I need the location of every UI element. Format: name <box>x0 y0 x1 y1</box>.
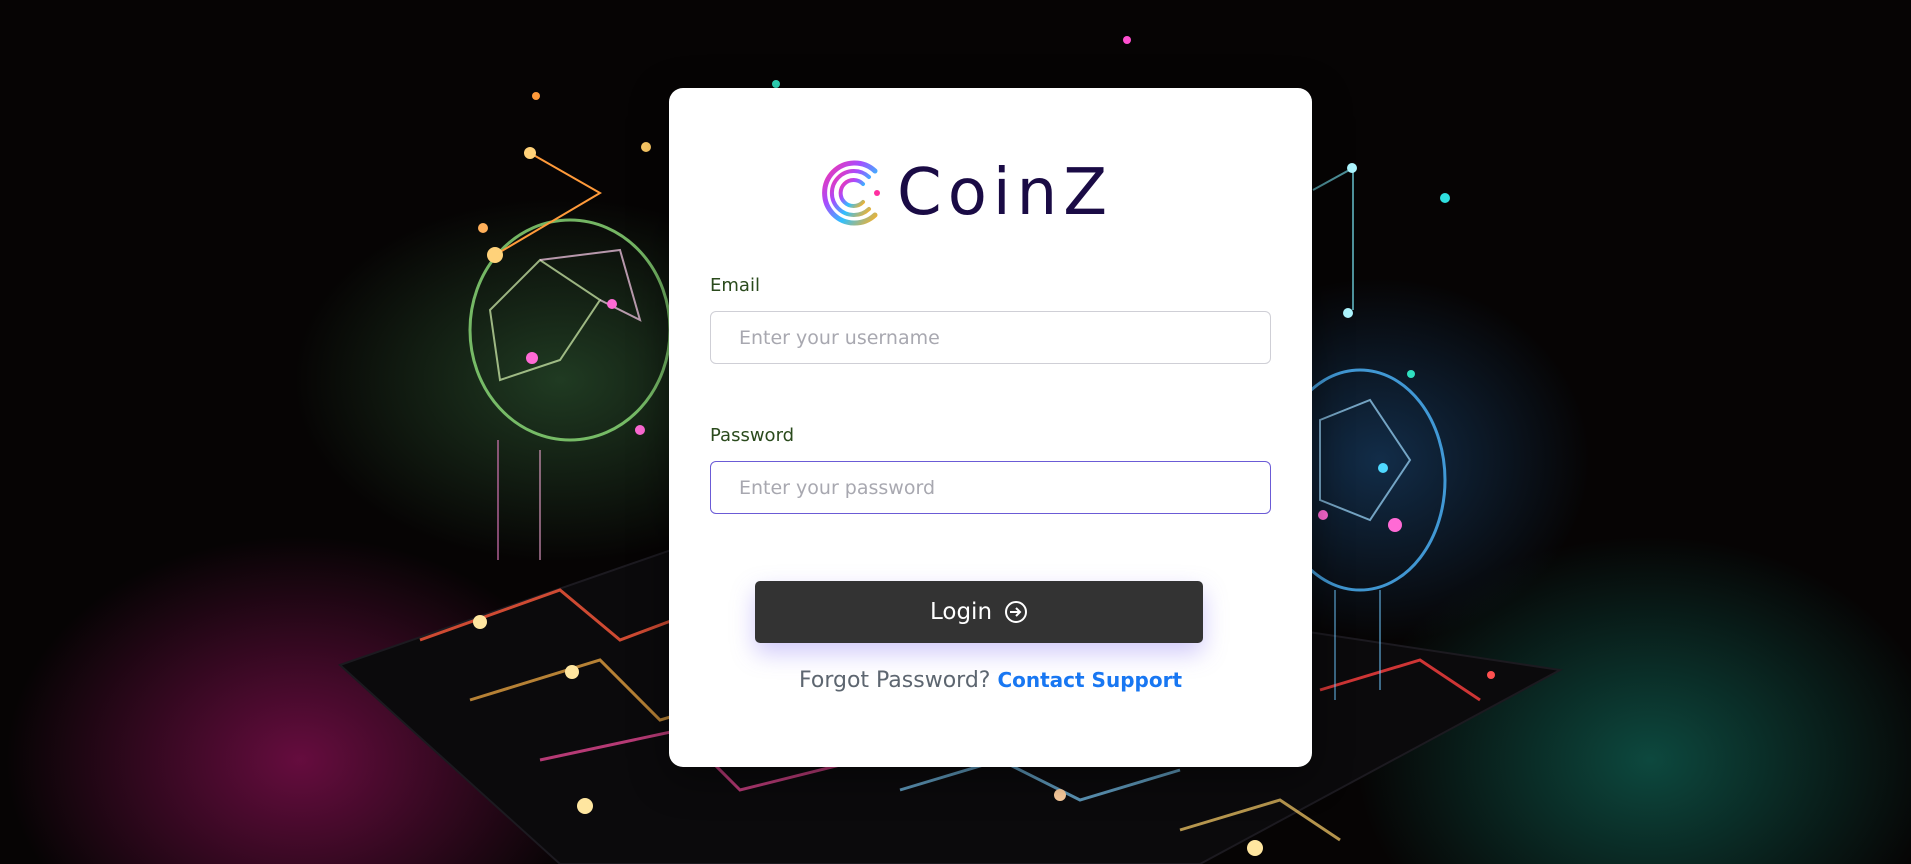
coinz-logo-icon <box>822 160 880 226</box>
login-card: CoinZ Email Password Login Forgot Passwo… <box>669 88 1312 767</box>
login-button-label: Login <box>929 599 993 625</box>
login-arrow-circle-icon <box>1005 601 1028 623</box>
forgot-password-row: Forgot Password? Contact Support <box>669 668 1312 693</box>
password-input[interactable] <box>710 461 1271 514</box>
brand-name: CoinZ <box>897 156 1114 230</box>
login-button[interactable]: Login <box>755 581 1203 643</box>
email-label: Email <box>710 275 760 296</box>
contact-support-link[interactable]: Contact Support <box>997 668 1182 692</box>
forgot-password-text: Forgot Password? <box>799 668 991 693</box>
password-label: Password <box>710 425 795 446</box>
email-input[interactable] <box>710 311 1271 364</box>
brand-logo: CoinZ <box>817 153 1177 233</box>
